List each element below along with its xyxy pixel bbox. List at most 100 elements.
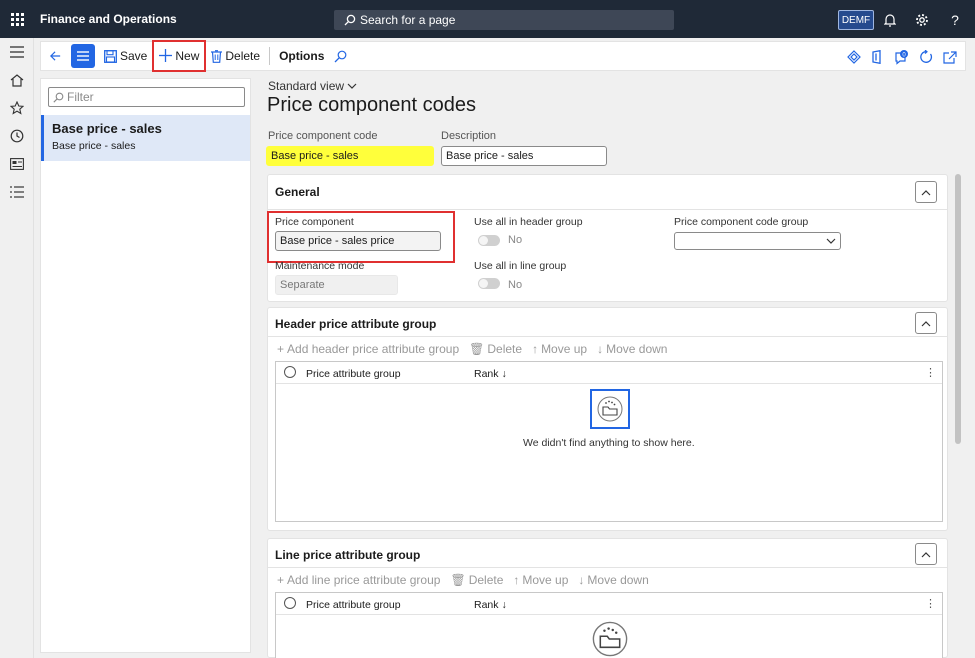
- grid-header-row: Price attribute group Rank ↓ ⋮: [276, 593, 942, 615]
- add-line-group-button[interactable]: + Add line price attribute group: [277, 573, 440, 587]
- app-title: Finance and Operations: [40, 12, 177, 26]
- column-header-rank-label: Rank: [474, 599, 499, 611]
- recent-clock-icon[interactable]: [0, 122, 34, 150]
- general-fasttab: General Price component Base price - sal…: [267, 174, 948, 302]
- notification-bell-icon[interactable]: [880, 10, 900, 30]
- maintenance-mode-field: Separate: [275, 275, 398, 295]
- app-launcher-icon[interactable]: [0, 0, 34, 38]
- record-list-pane: Filter Base price - sales Base price - s…: [40, 78, 251, 653]
- workspaces-icon[interactable]: [0, 150, 34, 178]
- open-new-window-icon[interactable]: [943, 50, 957, 64]
- header-group-delete-label: Delete: [487, 342, 523, 356]
- line-group-move-up-button[interactable]: ↑ Move up: [513, 573, 568, 587]
- use-all-header-group-value: No: [508, 234, 523, 246]
- column-header-rank[interactable]: Rank ↓: [474, 368, 507, 380]
- description-field[interactable]: Base price - sales: [441, 146, 607, 166]
- save-icon: [104, 49, 117, 63]
- collapse-header-group-button[interactable]: [915, 312, 937, 334]
- arrow-down-icon: ↓: [578, 573, 585, 587]
- collapse-general-button[interactable]: [915, 181, 937, 203]
- office-icon[interactable]: [871, 50, 883, 64]
- header-group-move-down-button[interactable]: ↓ Move down: [597, 342, 667, 356]
- sort-descending-icon: ↓: [501, 368, 507, 380]
- line-group-move-down-label: Move down: [587, 573, 649, 587]
- save-button[interactable]: Save: [99, 43, 152, 69]
- page-search[interactable]: Search for a page: [334, 10, 674, 30]
- list-item-subtitle: Base price - sales: [52, 140, 136, 152]
- show-list-button[interactable]: [71, 44, 95, 68]
- page-search-placeholder: Search for a page: [360, 13, 456, 27]
- line-group-move-down-button[interactable]: ↓ Move down: [578, 573, 648, 587]
- back-arrow-icon: [50, 51, 61, 61]
- power-apps-icon[interactable]: [847, 50, 861, 64]
- header-group-move-up-button[interactable]: ↑ Move up: [532, 342, 587, 356]
- new-label: New: [175, 48, 200, 63]
- line-group-delete-button[interactable]: 🗑 Delete: [450, 573, 503, 587]
- new-button[interactable]: New: [152, 39, 207, 72]
- price-component-highlight: [267, 211, 455, 263]
- line-price-attribute-group-fasttab: Line price attribute group + Add line pri…: [267, 538, 948, 658]
- chevron-up-icon: [921, 551, 931, 557]
- refresh-icon[interactable]: [919, 50, 933, 64]
- price-component-code-group-select[interactable]: [674, 232, 841, 250]
- filter-input[interactable]: Filter: [48, 87, 245, 107]
- vertical-scrollbar[interactable]: [955, 174, 961, 444]
- help-icon[interactable]: ?: [945, 10, 965, 30]
- more-options-icon[interactable]: ⋮: [925, 366, 936, 379]
- column-header-rank-label: Rank: [474, 368, 499, 380]
- arrow-up-icon: ↑: [532, 342, 539, 356]
- header-group-delete-button[interactable]: 🗑 Delete: [469, 342, 522, 356]
- header-group-grid: Price attribute group Rank ↓ ⋮ We didn't…: [275, 361, 943, 522]
- grid-header-row: Price attribute group Rank ↓ ⋮: [276, 362, 942, 384]
- select-all-radio[interactable]: [284, 597, 296, 609]
- delete-button[interactable]: Delete: [206, 43, 265, 69]
- column-header-rank[interactable]: Rank ↓: [474, 599, 507, 611]
- favorites-star-icon[interactable]: [0, 94, 34, 122]
- header-price-attribute-group-fasttab: Header price attribute group + Add header…: [267, 307, 948, 531]
- fasttab-divider: [268, 209, 947, 210]
- chevron-down-icon: [347, 83, 357, 89]
- list-item[interactable]: Base price - sales Base price - sales: [41, 115, 250, 161]
- plus-icon: +: [277, 342, 285, 356]
- use-all-line-group-toggle[interactable]: [478, 278, 500, 289]
- trash-icon: [211, 49, 223, 63]
- search-icon: [344, 14, 356, 26]
- select-all-radio[interactable]: [284, 366, 296, 378]
- column-header-price-attribute-group[interactable]: Price attribute group: [306, 368, 401, 380]
- list-item-title: Base price - sales: [52, 121, 162, 136]
- header-group-title[interactable]: Header price attribute group: [275, 317, 436, 331]
- collapse-line-group-button[interactable]: [915, 543, 937, 565]
- action-pane-right-icons: 0: [847, 46, 957, 68]
- back-button[interactable]: [45, 43, 69, 69]
- use-all-header-group-toggle[interactable]: [478, 235, 500, 246]
- use-all-header-group-label: Use all in header group: [474, 216, 583, 228]
- options-menu[interactable]: Options: [274, 43, 329, 69]
- add-header-group-button[interactable]: + Add header price attribute group: [277, 342, 459, 356]
- price-component-code-field[interactable]: Base price - sales: [266, 146, 434, 166]
- search-icon: [53, 92, 64, 103]
- more-options-icon[interactable]: ⋮: [925, 597, 936, 610]
- modules-list-icon[interactable]: [0, 178, 34, 206]
- arrow-up-icon: ↑: [513, 573, 520, 587]
- company-picker[interactable]: DEMF: [838, 10, 874, 30]
- page-title: Price component codes: [267, 94, 477, 116]
- settings-gear-icon[interactable]: [912, 10, 932, 30]
- use-all-line-group-value: No: [508, 279, 523, 291]
- line-group-title[interactable]: Line price attribute group: [275, 548, 420, 562]
- general-fasttab-title[interactable]: General: [275, 185, 320, 199]
- view-selector[interactable]: Standard view: [268, 79, 357, 93]
- line-group-toolbar: + Add line price attribute group 🗑 Delete …: [277, 573, 649, 587]
- filter-placeholder: Filter: [67, 90, 94, 104]
- trash-icon: 🗑: [450, 573, 466, 587]
- action-search-button[interactable]: [329, 43, 355, 69]
- attachments-badge-icon[interactable]: 0: [893, 49, 909, 65]
- action-pane: Save New Delete Options 0: [40, 39, 966, 72]
- line-group-delete-label: Delete: [468, 573, 504, 587]
- fasttab-divider: [268, 567, 947, 568]
- add-header-group-label: Add header price attribute group: [287, 342, 460, 356]
- hamburger-menu-icon[interactable]: [0, 38, 34, 66]
- navigation-pane: [0, 38, 34, 658]
- column-header-price-attribute-group[interactable]: Price attribute group: [306, 599, 401, 611]
- add-line-group-label: Add line price attribute group: [287, 573, 441, 587]
- home-icon[interactable]: [0, 66, 34, 94]
